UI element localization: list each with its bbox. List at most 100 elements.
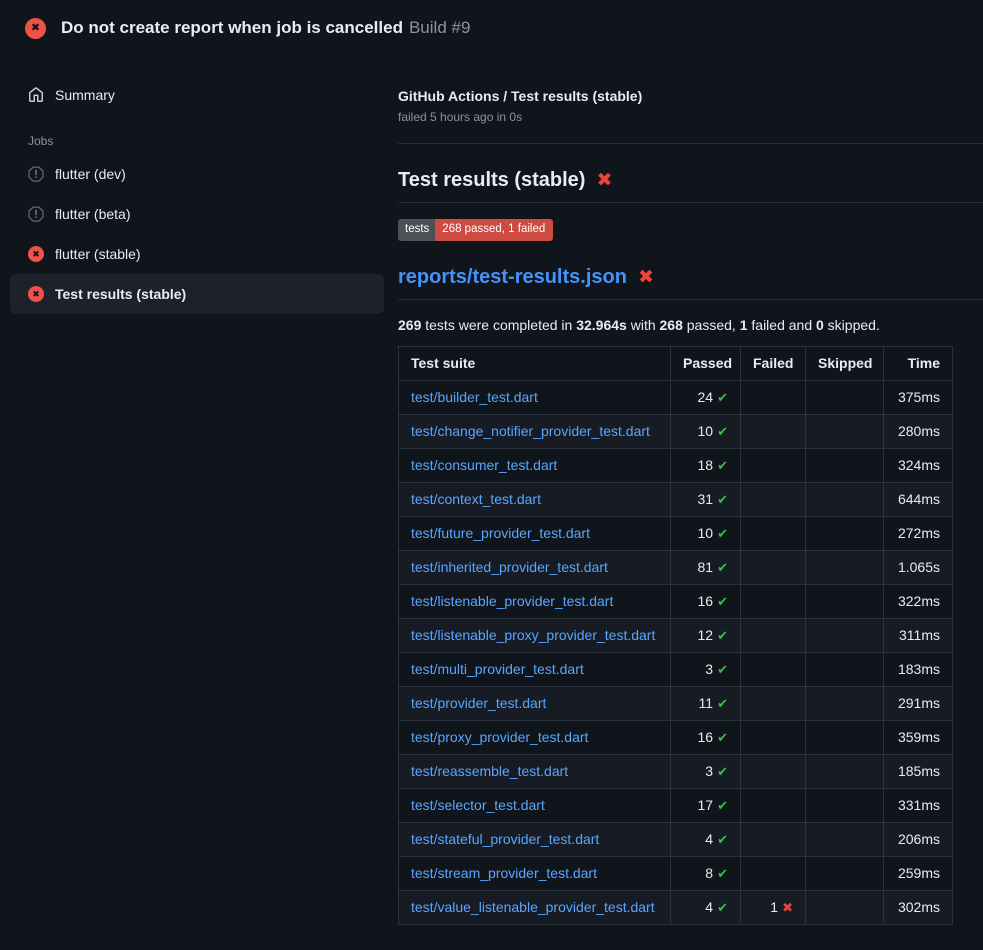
check-icon: ✔ — [717, 730, 728, 745]
suite-link[interactable]: test/proxy_provider_test.dart — [411, 729, 588, 745]
check-icon: ✔ — [717, 560, 728, 575]
time-cell: 291ms — [884, 686, 953, 720]
suite-link[interactable]: test/provider_test.dart — [411, 695, 546, 711]
job-label: flutter (stable) — [55, 246, 141, 262]
table-row: test/stateful_provider_test.dart 4✔ 206m… — [399, 822, 953, 856]
time-cell: 1.065s — [884, 550, 953, 584]
passed-cell: 31✔ — [671, 482, 741, 516]
suite-link[interactable]: test/consumer_test.dart — [411, 457, 557, 473]
check-icon: ✔ — [717, 390, 728, 405]
job-label: Test results (stable) — [55, 286, 186, 302]
suite-link[interactable]: test/multi_provider_test.dart — [411, 661, 584, 677]
passed-cell: 16✔ — [671, 584, 741, 618]
suite-link[interactable]: test/listenable_provider_test.dart — [411, 593, 613, 609]
skipped-cell — [806, 754, 884, 788]
skipped-cell — [806, 652, 884, 686]
passed-cell: 10✔ — [671, 414, 741, 448]
failed-icon: ✖ — [28, 246, 44, 262]
skipped-cell — [806, 822, 884, 856]
table-row: test/consumer_test.dart 18✔ 324ms — [399, 448, 953, 482]
table-row: test/change_notifier_provider_test.dart … — [399, 414, 953, 448]
check-icon: ✔ — [717, 662, 728, 677]
page-title: Do not create report when job is cancell… — [61, 18, 470, 38]
sidebar-job-item[interactable]: ✖ Test results (stable) — [10, 274, 384, 314]
suite-link[interactable]: test/selector_test.dart — [411, 797, 545, 813]
failed-cell — [741, 516, 806, 550]
sidebar-item-summary[interactable]: Summary — [10, 80, 384, 110]
column-header-test-suite: Test suite — [399, 346, 671, 380]
summary-total: 269 — [398, 317, 421, 333]
page-layout: Summary Jobs flutter (dev) — [0, 56, 983, 925]
skipped-cell — [806, 482, 884, 516]
suite-cell: test/selector_test.dart — [399, 788, 671, 822]
passed-cell: 3✔ — [671, 754, 741, 788]
suite-link[interactable]: test/stateful_provider_test.dart — [411, 831, 599, 847]
table-row: test/future_provider_test.dart 10✔ 272ms — [399, 516, 953, 550]
check-icon: ✔ — [717, 492, 728, 507]
failed-cell — [741, 550, 806, 584]
skipped-cell — [806, 516, 884, 550]
job-label: flutter (dev) — [55, 166, 126, 182]
suite-cell: test/change_notifier_provider_test.dart — [399, 414, 671, 448]
time-cell: 331ms — [884, 788, 953, 822]
failed-cell — [741, 414, 806, 448]
check-icon: ✔ — [717, 832, 728, 847]
skipped-cell — [806, 720, 884, 754]
passed-cell: 3✔ — [671, 652, 741, 686]
table-row: test/reassemble_test.dart 3✔ 185ms — [399, 754, 953, 788]
skipped-cell — [806, 856, 884, 890]
sidebar-job-item[interactable]: ✖ flutter (stable) — [10, 234, 384, 274]
passed-cell: 4✔ — [671, 822, 741, 856]
skipped-cell — [806, 618, 884, 652]
suite-link[interactable]: test/change_notifier_provider_test.dart — [411, 423, 650, 439]
suite-link[interactable]: test/reassemble_test.dart — [411, 763, 568, 779]
failed-cell — [741, 584, 806, 618]
suite-link[interactable]: test/future_provider_test.dart — [411, 525, 590, 541]
passed-cell: 24✔ — [671, 380, 741, 414]
skipped-cell — [806, 448, 884, 482]
summary-text: passed, — [683, 317, 740, 333]
failed-x-icon: ✖ — [596, 171, 612, 190]
table-row: test/listenable_provider_test.dart 16✔ 3… — [399, 584, 953, 618]
failed-cell — [741, 822, 806, 856]
passed-cell: 8✔ — [671, 856, 741, 890]
suite-cell: test/stream_provider_test.dart — [399, 856, 671, 890]
suite-link[interactable]: test/inherited_provider_test.dart — [411, 559, 608, 575]
suite-link[interactable]: test/listenable_proxy_provider_test.dart — [411, 627, 655, 643]
summary-skipped: 0 — [816, 317, 824, 333]
suite-cell: test/proxy_provider_test.dart — [399, 720, 671, 754]
suite-link[interactable]: test/stream_provider_test.dart — [411, 865, 597, 881]
check-run-header: ✖ Do not create report when job is cance… — [0, 0, 983, 56]
passed-cell: 17✔ — [671, 788, 741, 822]
failed-cell — [741, 380, 806, 414]
check-icon: ✔ — [717, 798, 728, 813]
suite-link[interactable]: test/context_test.dart — [411, 491, 541, 507]
time-cell: 183ms — [884, 652, 953, 686]
sidebar-job-item[interactable]: flutter (dev) — [10, 154, 384, 194]
failed-status-icon: ✖ — [25, 18, 46, 39]
suite-link[interactable]: test/builder_test.dart — [411, 389, 538, 405]
time-cell: 259ms — [884, 856, 953, 890]
failed-cell — [741, 686, 806, 720]
section-title: Test results (stable) ✖ — [398, 169, 983, 203]
sidebar-job-item[interactable]: flutter (beta) — [10, 194, 384, 234]
sidebar-item-label: Summary — [55, 87, 115, 103]
time-cell: 322ms — [884, 584, 953, 618]
table-row: test/listenable_proxy_provider_test.dart… — [399, 618, 953, 652]
passed-cell: 16✔ — [671, 720, 741, 754]
suite-link[interactable]: test/value_listenable_provider_test.dart — [411, 899, 655, 915]
suite-cell: test/inherited_provider_test.dart — [399, 550, 671, 584]
header-divider — [398, 143, 983, 144]
passed-cell: 18✔ — [671, 448, 741, 482]
time-cell: 185ms — [884, 754, 953, 788]
results-table-body: test/builder_test.dart 24✔ 375ms test/ch… — [399, 380, 953, 924]
table-row: test/provider_test.dart 11✔ 291ms — [399, 686, 953, 720]
workflow-title: Do not create report when job is cancell… — [61, 18, 403, 37]
sidebar-jobs-list: flutter (dev) flutter (beta) ✖ flutter (… — [10, 154, 384, 314]
report-file-link[interactable]: reports/test-results.json — [398, 266, 627, 289]
summary-passed: 268 — [660, 317, 683, 333]
failed-icon: ✖ — [28, 286, 44, 302]
summary-text: failed and — [748, 317, 817, 333]
failed-cell: 1✖ — [741, 890, 806, 924]
check-icon: ✔ — [717, 866, 728, 881]
